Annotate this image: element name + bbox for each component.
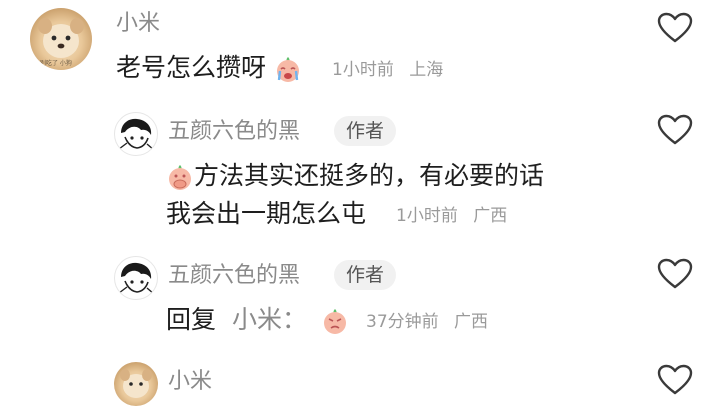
avatar-xiaomi[interactable] [114,362,158,406]
comment-location: 上海 [409,60,444,80]
author-badge: 作者 [334,116,397,146]
like-heart-icon[interactable] [657,114,693,146]
dog-avatar-image [120,369,152,398]
reply-target-user[interactable]: 小米： [232,305,307,334]
comment-meta: 1小时前 广西 [396,204,507,228]
comment-time: 1小时前 [396,206,458,226]
comment-username[interactable]: 五颜六色的黑 [168,262,300,290]
reply-prefix: 回复 [166,305,217,334]
avatar-author[interactable] [114,256,158,300]
sketch-avatar-image [118,262,155,295]
comment-text-content: 我会出一期怎么屯 [166,199,367,228]
comment-meta: 37分钟前 广西 [366,310,488,334]
comment-reply-line: 回复 小米： [166,302,349,338]
comment-text-content: 方法其实还挺多的，有必要的话 [194,161,545,190]
like-heart-icon[interactable] [657,258,693,290]
comment-location: 广西 [454,312,489,332]
avatar-xiaomi[interactable]: 别吃了 小狗 [30,8,92,70]
comment-meta: 1小时前 上海 [332,58,443,82]
avatar-caption: 别吃了 小狗 [40,60,72,67]
crying-face-emoji [274,55,302,83]
avatar-author[interactable] [114,112,158,156]
comment-text: 老号怎么攒呀 [116,50,302,86]
comment-location: 广西 [473,206,508,226]
like-heart-icon[interactable] [657,364,693,396]
comment-username[interactable]: 五颜六色的黑 [168,118,300,146]
pouting-face-emoji [321,307,349,335]
comment-text-content: 老号怎么攒呀 [116,53,267,82]
comment-time: 1小时前 [332,60,394,80]
comment-text-line1: 方法其实还挺多的，有必要的话 [166,158,544,194]
author-badge: 作者 [334,260,397,290]
comment-text-line2: 我会出一期怎么屯 [166,196,366,232]
covering-mouth-face-emoji [166,163,194,191]
comment-username[interactable]: 小米 [116,10,160,38]
like-heart-icon[interactable] [657,12,693,44]
comment-username[interactable]: 小米 [168,368,212,396]
comment-time: 37分钟前 [366,312,439,332]
sketch-avatar-image [118,118,155,151]
